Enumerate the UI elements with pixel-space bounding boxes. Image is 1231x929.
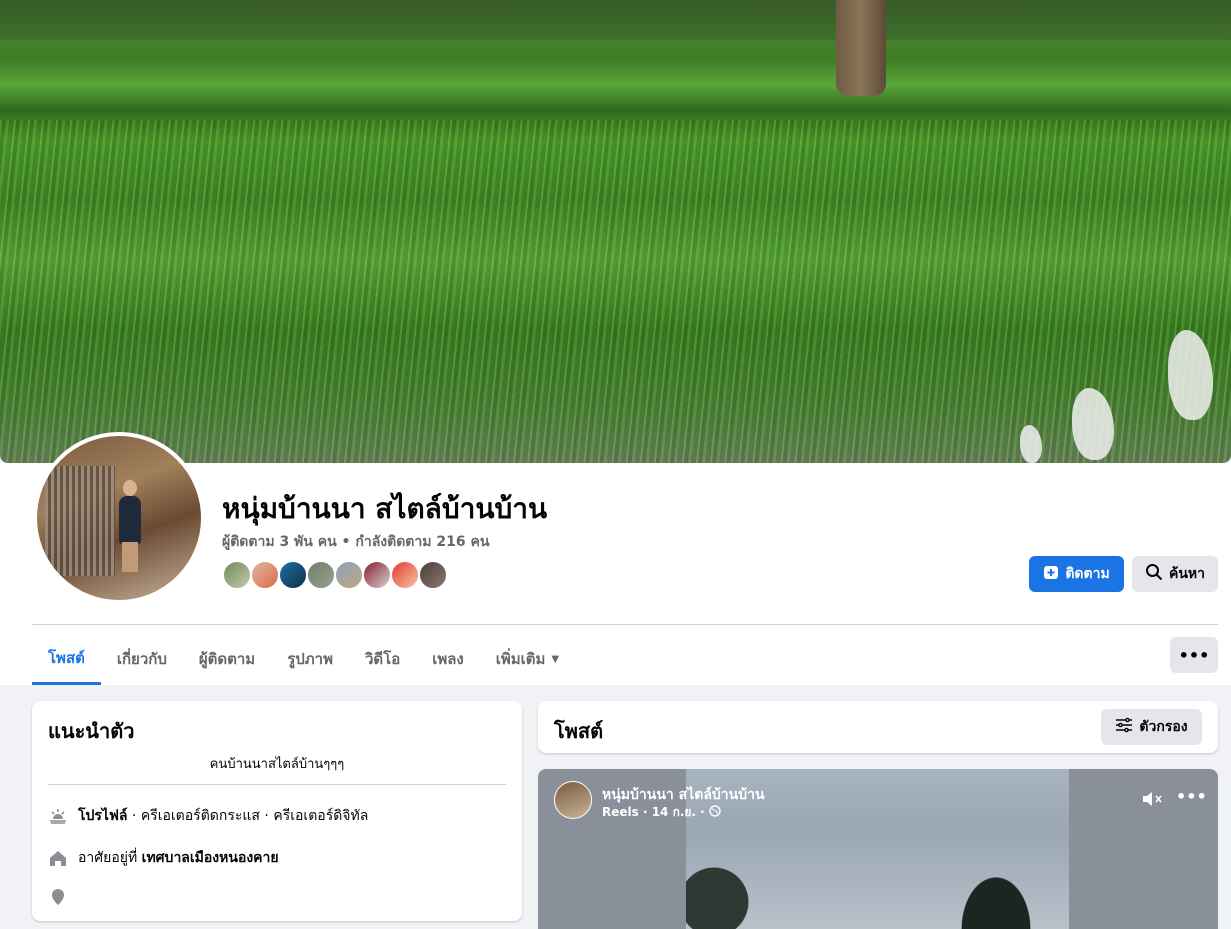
reel-post[interactable]: หนุ่มบ้านนา สไตล์บ้านบ้าน Reels · 14 ก.ย…: [538, 769, 1218, 929]
reel-meta-text: Reels · 14 ก.ย. ·: [602, 805, 705, 819]
posts-header-card: โพสต์ ตัวกรอง: [538, 701, 1218, 753]
avatar-curtain: [45, 466, 115, 576]
cover-tree-trunk: [836, 0, 886, 96]
mute-icon[interactable]: [1141, 789, 1165, 809]
filter-icon: [1115, 717, 1133, 737]
reel-author-avatar[interactable]: [554, 781, 592, 819]
follow-label: ติดตาม: [1065, 566, 1110, 582]
profile-name: หนุ่มบ้านนา สไตล์บ้านบ้าน: [222, 492, 548, 525]
cover-rice-field: [0, 120, 1231, 463]
tab-music[interactable]: เพลง: [416, 633, 480, 685]
location-pin-icon: [48, 887, 68, 907]
intro-profile-label: โปรไฟล์: [78, 808, 128, 824]
follower-avatar[interactable]: [222, 560, 252, 590]
sunrise-icon: [48, 806, 68, 826]
tab-more[interactable]: เพิ่มเติม ▼: [480, 633, 575, 685]
intro-profile-detail: · ครีเอเตอร์ดิจิทัล: [259, 808, 369, 824]
posts-title: โพสต์: [554, 719, 604, 743]
follower-avatar[interactable]: [250, 560, 280, 590]
follower-avatar[interactable]: [334, 560, 364, 590]
intro-card: แนะนำตัว คนบ้านนาสไตล์บ้านๆๆๆ โปรไฟล์ · …: [32, 701, 522, 921]
follower-avatar[interactable]: [362, 560, 392, 590]
intro-lives-place[interactable]: เทศบาลเมืองหนองคาย: [142, 850, 279, 866]
follow-button[interactable]: ติดตาม: [1029, 556, 1124, 592]
intro-divider: [48, 784, 506, 785]
avatar-person: [119, 496, 141, 544]
home-icon: [48, 848, 68, 868]
profile-follow-stats[interactable]: ผู้ติดตาม 3 พัน คน • กำลังติดตาม 216 คน: [222, 531, 489, 553]
reel-meta: Reels · 14 ก.ย. ·: [602, 803, 721, 822]
avatar-person-legs: [122, 542, 138, 572]
follower-avatar[interactable]: [278, 560, 308, 590]
intro-lives-text: อาศัยอยู่ที่ เทศบาลเมืองหนองคาย: [78, 847, 279, 869]
profile-tabs: โพสต์ เกี่ยวกับ ผู้ติดตาม รูปภาพ วิดีโอ …: [32, 633, 575, 685]
reel-bush: [686, 839, 756, 929]
follower-avatar[interactable]: [418, 560, 448, 590]
cover-photo[interactable]: [0, 0, 1231, 463]
more-options-button[interactable]: •••: [1170, 637, 1218, 673]
intro-profile-row: โปรไฟล์ · ครีเอเตอร์ติดกระแส · ครีเอเตอร…: [48, 805, 368, 827]
intro-location-row: [48, 887, 68, 907]
follow-plus-icon: [1043, 564, 1059, 584]
globe-icon: [709, 805, 721, 820]
follower-avatar[interactable]: [390, 560, 420, 590]
tab-posts[interactable]: โพสต์: [32, 633, 101, 685]
tab-followers[interactable]: ผู้ติดตาม: [183, 633, 271, 685]
intro-lives-prefix: อาศัยอยู่ที่: [78, 850, 142, 866]
reel-more-button[interactable]: •••: [1176, 787, 1207, 806]
intro-lives-row: อาศัยอยู่ที่ เทศบาลเมืองหนองคาย: [48, 847, 279, 869]
intro-bio: คนบ้านนาสไตล์บ้านๆๆๆ: [209, 757, 345, 772]
search-label: ค้นหา: [1168, 566, 1206, 582]
caret-down-icon: ▼: [551, 653, 560, 665]
cover-treeline: [0, 0, 1231, 40]
intro-profile-text: โปรไฟล์ · ครีเอเตอร์ติดกระแส · ครีเอเตอร…: [78, 805, 368, 827]
intro-profile-category: · ครีเอเตอร์ติดกระแส: [127, 808, 260, 824]
tab-more-label: เพิ่มเติม: [495, 650, 546, 668]
filter-label: ตัวกรอง: [1139, 719, 1188, 735]
avatar-person-head: [123, 480, 137, 496]
reel-palm-tree: [936, 839, 1056, 929]
intro-title: แนะนำตัว: [48, 719, 135, 743]
tab-about[interactable]: เกี่ยวกับ: [101, 633, 183, 685]
header-divider: [32, 624, 1218, 625]
follower-avatar[interactable]: [306, 560, 336, 590]
filter-button[interactable]: ตัวกรอง: [1101, 709, 1202, 745]
search-icon: [1145, 563, 1163, 585]
tab-videos[interactable]: วิดีโอ: [349, 633, 416, 685]
profile-avatar[interactable]: [33, 432, 205, 604]
search-button[interactable]: ค้นหา: [1132, 556, 1218, 592]
tab-photos[interactable]: รูปภาพ: [271, 633, 349, 685]
